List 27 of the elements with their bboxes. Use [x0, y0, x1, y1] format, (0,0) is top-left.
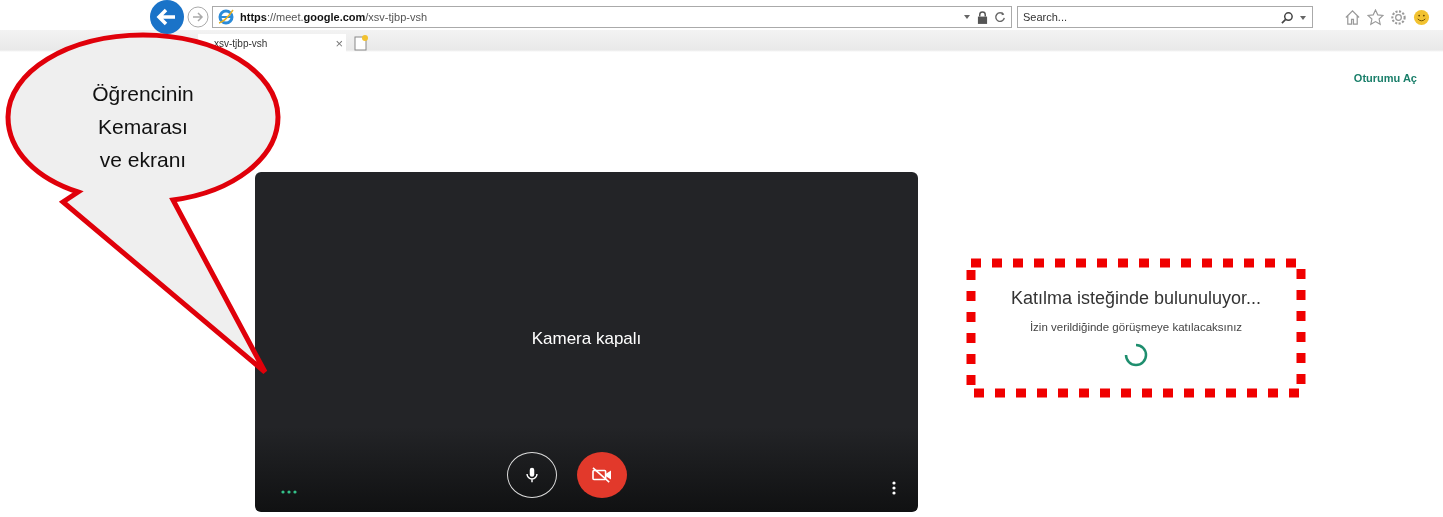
settings-icon[interactable] — [1390, 8, 1407, 26]
close-tab-button[interactable]: × — [335, 35, 343, 51]
tab-title: xsv-tjbp-vsh — [214, 37, 268, 49]
more-dots-icon — [281, 490, 297, 494]
search-field[interactable]: Search... — [1017, 6, 1313, 28]
more-options-icon[interactable] — [892, 481, 896, 495]
camera-off-icon — [590, 466, 613, 484]
url-text: https://meet.google.com/xsv-tjbp-vsh — [240, 11, 428, 23]
star-icon[interactable] — [1367, 8, 1384, 26]
join-status-title: Katılma isteğinde bulunuluyor... — [1010, 288, 1262, 309]
dropdown-caret-icon[interactable] — [1299, 13, 1307, 22]
camera-status: Kamera kapalı — [530, 329, 643, 349]
dropdown-caret-icon[interactable] — [963, 13, 971, 21]
home-icon[interactable] — [1344, 8, 1361, 26]
browser-tab[interactable]: xsv-tjbp-vsh × — [198, 34, 346, 52]
lock-icon — [977, 10, 988, 24]
refresh-icon[interactable] — [994, 11, 1006, 23]
sign-in-link[interactable]: Oturumu Aç — [1353, 72, 1417, 86]
callout-text: Öğrencinin Kemarası ve ekranı — [91, 81, 195, 173]
search-icon[interactable] — [1281, 11, 1294, 24]
back-button[interactable] — [150, 0, 184, 34]
smiley-icon[interactable] — [1413, 8, 1430, 26]
address-bar[interactable]: https://meet.google.com/xsv-tjbp-vsh — [212, 6, 1012, 28]
join-status-subtitle: İzin verildiğinde görüşmeye katılacaksınız — [1029, 321, 1243, 333]
camera-button[interactable] — [576, 452, 627, 498]
browser-logo-icon — [218, 9, 234, 25]
loading-spinner-icon — [1124, 343, 1148, 367]
